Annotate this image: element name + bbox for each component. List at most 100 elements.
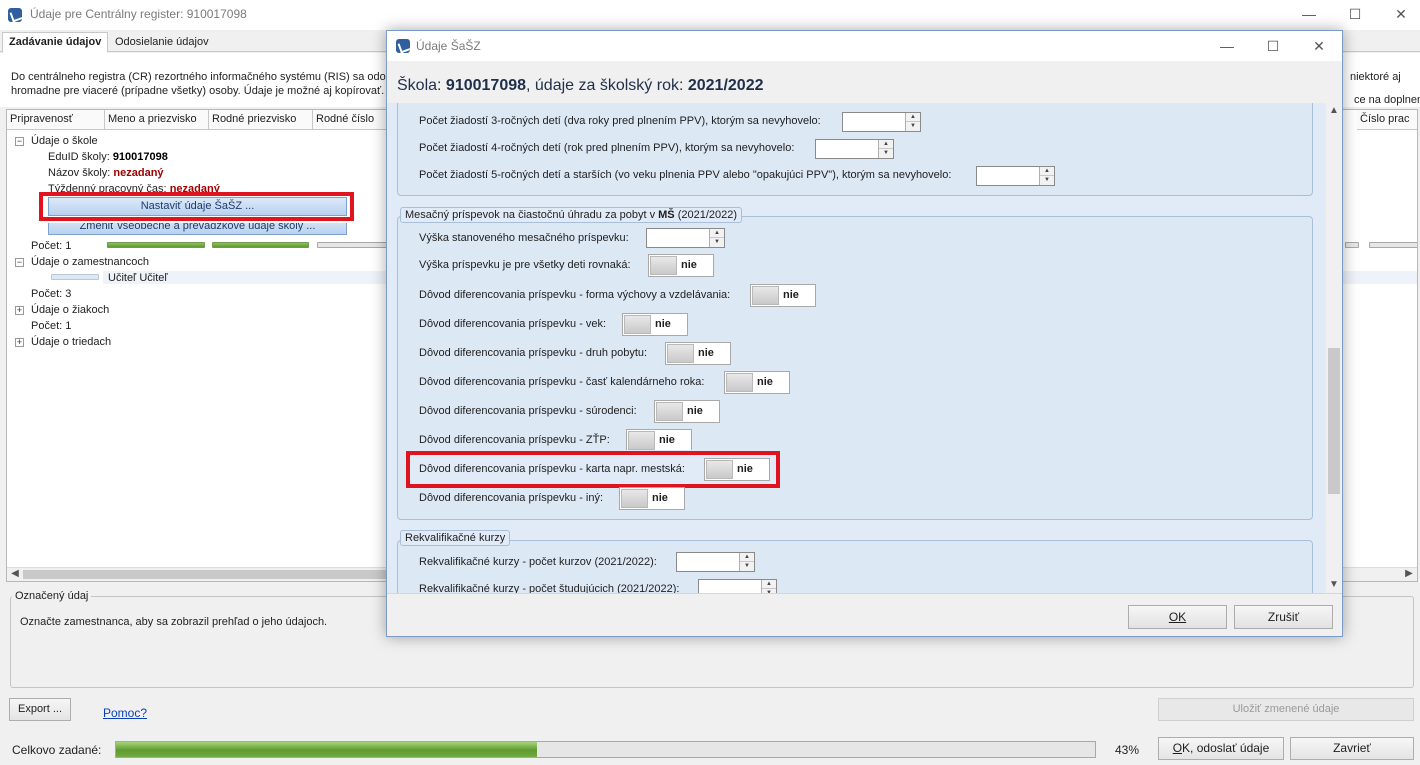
count-employees: Počet: 3 [31, 288, 72, 300]
total-label: Celkovo zadané: [12, 743, 102, 757]
spin-down-icon[interactable]: ▼ [710, 238, 724, 247]
column-header-birth-number[interactable]: Rodné číslo [313, 110, 393, 130]
collapse-icon[interactable]: − [15, 137, 24, 146]
reason-siblings-toggle[interactable]: nie [654, 400, 720, 423]
dialog-vertical-scrollbar[interactable]: ▲ ▼ [1326, 103, 1342, 593]
scrollbar-thumb[interactable] [1328, 348, 1340, 494]
reason-season-toggle[interactable]: nie [724, 371, 790, 394]
dialog-minimize-button[interactable]: — [1212, 35, 1242, 57]
requal-students-spinner[interactable]: ▲ ▼ [698, 579, 777, 593]
spinner-buttons[interactable]: ▲ ▼ [709, 229, 724, 247]
spinner-buttons[interactable]: ▲ ▼ [1039, 167, 1054, 185]
tab-data-entry[interactable]: Zadávanie údajov [2, 32, 109, 53]
scroll-left-icon[interactable]: ◀ [7, 568, 23, 579]
toggle-knob [628, 431, 655, 450]
scroll-right-icon[interactable]: ▶ [1401, 568, 1417, 579]
toggle-value: nie [783, 289, 799, 301]
tree-node-classes[interactable]: Údaje o triedach [31, 335, 111, 349]
spin-up-icon[interactable]: ▲ [906, 113, 920, 122]
marked-data-text: Označte zamestnanca, aby sa zobrazil pre… [20, 616, 328, 628]
progress-mini-bar [317, 242, 393, 248]
toggle-knob [624, 315, 651, 334]
spin-down-icon[interactable]: ▼ [906, 122, 920, 131]
spin-down-icon[interactable]: ▼ [879, 149, 893, 158]
column-header-name[interactable]: Meno a priezvisko [105, 110, 209, 130]
scroll-up-icon[interactable]: ▲ [1326, 105, 1342, 116]
equal-amount-label: Výška príspevku je pre všetky deti rovna… [419, 259, 631, 271]
maximize-button[interactable]: ☐ [1340, 3, 1370, 25]
spin-up-icon[interactable]: ▲ [740, 553, 754, 562]
requal-courses-spinner[interactable]: ▲ ▼ [676, 552, 755, 572]
column-header-maiden-name[interactable]: Rodné priezvisko [209, 110, 313, 130]
spin-up-icon[interactable]: ▲ [879, 140, 893, 149]
progress-mini-bar [1369, 242, 1417, 248]
tree-node-students[interactable]: Údaje o žiakoch [31, 303, 109, 317]
description-line-2: hromadne pre viaceré (prípadne všetky) o… [11, 85, 385, 97]
save-changes-button[interactable]: Uložiť zmenené údaje [1158, 698, 1414, 721]
close-main-button[interactable]: Zavrieť [1290, 737, 1414, 760]
toggle-value: nie [659, 434, 675, 446]
description-line-1: Do centrálneho registra (CR) rezortného … [11, 71, 386, 83]
amount-spinner[interactable]: ▲ ▼ [646, 228, 725, 248]
dialog-ok-button[interactable]: OK [1128, 605, 1227, 629]
spinner-buttons[interactable]: ▲ ▼ [905, 113, 920, 131]
column-header-readiness[interactable]: Pripravenosť [7, 110, 105, 130]
reason-age-label: Dôvod diferencovania príspevku - vek: [419, 318, 607, 330]
toggle-knob [650, 256, 677, 275]
highlight-box-city-card [406, 451, 780, 488]
ok-send-button[interactable]: OK, odoslať údaje [1158, 737, 1284, 760]
school-name-value: nezadaný [113, 167, 164, 179]
school-year: 2021/2022 [687, 77, 764, 94]
year-prefix: , údaje za školský rok: [526, 77, 688, 94]
dialog-close-button[interactable]: ✕ [1304, 35, 1334, 57]
toggle-value: nie [757, 376, 773, 388]
eduid-label: EduID školy: [48, 151, 110, 163]
toggle-knob [621, 489, 648, 508]
total-percent: 43% [1115, 743, 1140, 757]
toggle-value: nie [698, 347, 714, 359]
dialog-app-icon [396, 39, 410, 53]
reason-age-toggle[interactable]: nie [622, 313, 688, 336]
reason-ztp-toggle[interactable]: nie [626, 429, 692, 452]
tree-node-school[interactable]: Údaje o škole [31, 134, 98, 148]
dialog-title: Údaje ŠaŠZ [416, 39, 481, 53]
requests-4y-spinner[interactable]: ▲ ▼ [815, 139, 894, 159]
requests-3y-spinner[interactable]: ▲ ▼ [842, 112, 921, 132]
dialog-titlebar: Údaje ŠaŠZ — ☐ ✕ [387, 31, 1342, 61]
equal-amount-toggle[interactable]: nie [648, 254, 714, 277]
expand-icon[interactable]: + [15, 338, 24, 347]
requests-5y-spinner[interactable]: ▲ ▼ [976, 166, 1055, 186]
spinner-buttons[interactable]: ▲ ▼ [739, 553, 754, 571]
reason-stay-toggle[interactable]: nie [665, 342, 731, 365]
tree-node-employees[interactable]: Údaje o zamestnancoch [31, 255, 149, 269]
help-link[interactable]: Pomoc? [103, 706, 147, 720]
employee-name[interactable]: Učiteľ Učiteľ [108, 271, 168, 285]
dialog-cancel-label: Zrušiť [1267, 610, 1300, 624]
count-students: Počet: 1 [31, 320, 72, 332]
scrollbar-thumb[interactable] [23, 570, 389, 579]
dialog-cancel-button[interactable]: Zrušiť [1234, 605, 1333, 629]
total-progress-bar [115, 741, 1096, 758]
school-name-row: Názov školy: nezadaný [48, 166, 164, 180]
expand-icon[interactable]: + [15, 306, 24, 315]
reason-form-toggle[interactable]: nie [750, 284, 816, 307]
toggle-value: nie [687, 405, 703, 417]
scroll-down-icon[interactable]: ▼ [1326, 579, 1342, 590]
minimize-button[interactable]: — [1294, 3, 1324, 25]
spinner-buttons[interactable]: ▲ ▼ [878, 140, 893, 158]
collapse-icon[interactable]: − [15, 258, 24, 267]
close-button[interactable]: ✕ [1386, 3, 1416, 25]
reason-form-label: Dôvod diferencovania príspevku - forma v… [419, 289, 731, 301]
column-header-work-number[interactable]: Číslo prac [1357, 110, 1417, 130]
spin-up-icon[interactable]: ▲ [710, 229, 724, 238]
spinner-buttons[interactable]: ▲ ▼ [761, 580, 776, 593]
spin-down-icon[interactable]: ▼ [1040, 176, 1054, 185]
requests-label-3y: Počet žiadostí 3-ročných detí (dva roky … [419, 115, 821, 127]
dialog-maximize-button[interactable]: ☐ [1258, 35, 1288, 57]
tab-data-sending[interactable]: Odosielanie údajov [108, 32, 216, 53]
spin-up-icon[interactable]: ▲ [1040, 167, 1054, 176]
spin-down-icon[interactable]: ▼ [740, 562, 754, 571]
export-button[interactable]: Export ... [9, 698, 71, 721]
reason-other-toggle[interactable]: nie [619, 487, 685, 510]
spin-up-icon[interactable]: ▲ [762, 580, 776, 589]
